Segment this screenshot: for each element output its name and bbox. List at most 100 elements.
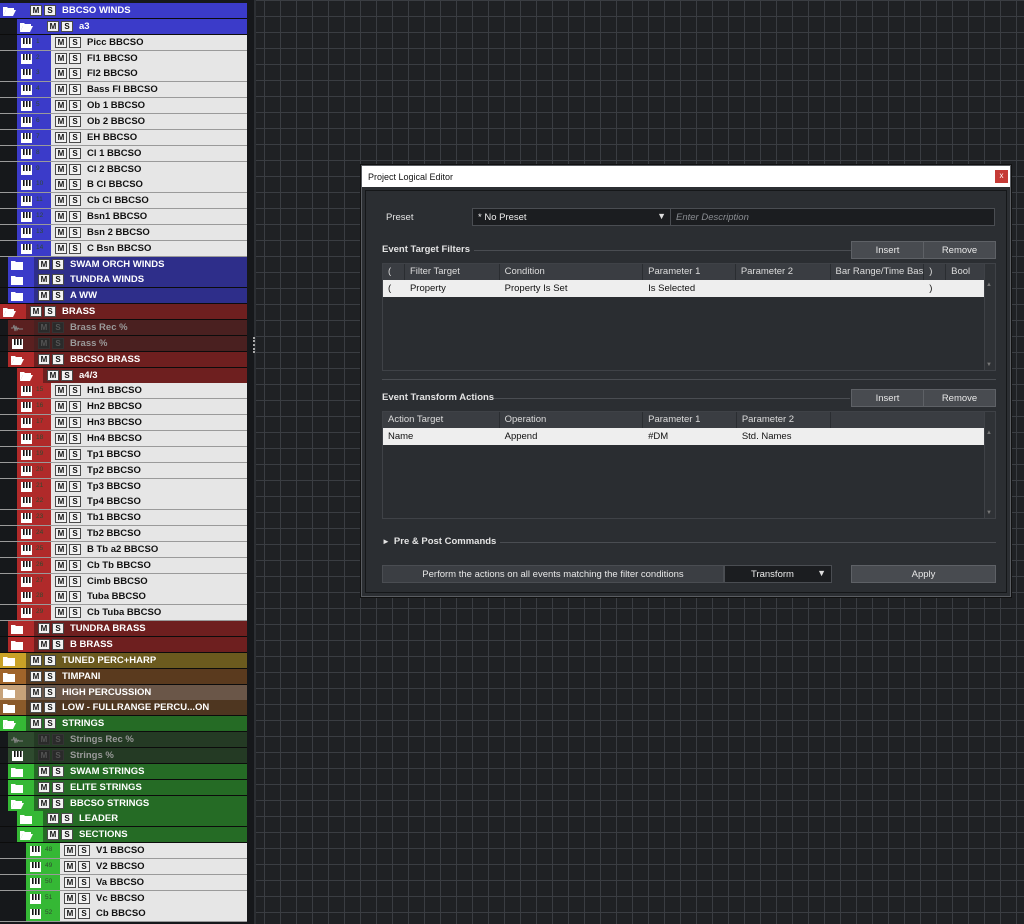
mute-button[interactable]: M (55, 544, 67, 555)
solo-button[interactable]: S (52, 734, 64, 745)
track-header[interactable] (34, 748, 247, 763)
track-row[interactable]: M S Brass % (0, 336, 247, 352)
folder-open-icon[interactable] (1, 3, 17, 18)
solo-button[interactable]: S (69, 417, 81, 428)
solo-button[interactable]: S (61, 21, 73, 32)
solo-button[interactable]: S (69, 148, 81, 159)
mute-button[interactable]: M (47, 829, 59, 840)
mute-button[interactable]: M (55, 417, 67, 428)
resize-handle[interactable] (253, 337, 256, 353)
solo-button[interactable]: S (69, 37, 81, 48)
solo-button[interactable]: S (52, 274, 64, 285)
mute-button[interactable]: M (38, 338, 50, 349)
instrument-track-icon[interactable] (18, 589, 34, 604)
track-row[interactable]: M S TIMPANI (0, 669, 247, 685)
track-row[interactable]: M S SECTIONS (0, 827, 247, 843)
instrument-track-icon[interactable] (18, 114, 34, 129)
track-row[interactable]: 4 M S Bass Fl BBCSO (0, 82, 247, 98)
track-row[interactable]: 18 M S Hn4 BBCSO (0, 431, 247, 447)
solo-button[interactable]: S (69, 164, 81, 175)
track-row[interactable]: M S Strings Rec % (0, 732, 247, 748)
instrument-track-icon[interactable] (18, 399, 34, 414)
instrument-track-icon[interactable] (18, 66, 34, 81)
column-header[interactable]: Filter Target (405, 264, 500, 280)
scroll-up-icon[interactable]: ▲ (986, 430, 992, 436)
mute-button[interactable]: M (55, 607, 67, 618)
instrument-track-icon[interactable] (18, 193, 34, 208)
solo-button[interactable]: S (69, 243, 81, 254)
column-header[interactable]: Parameter 2 (737, 412, 831, 428)
track-row[interactable]: 19 M S Tp1 BBCSO (0, 447, 247, 463)
mute-button[interactable]: M (55, 591, 67, 602)
mute-button[interactable]: M (55, 243, 67, 254)
folder-open-icon[interactable] (1, 716, 17, 731)
folder-icon[interactable] (1, 685, 17, 700)
track-row[interactable]: 5 M S Ob 1 BBCSO (0, 98, 247, 114)
track-header[interactable] (26, 304, 247, 319)
solo-button[interactable]: S (61, 829, 73, 840)
solo-button[interactable]: S (69, 53, 81, 64)
instrument-track-icon[interactable] (18, 162, 34, 177)
mute-button[interactable]: M (38, 639, 50, 650)
track-row[interactable]: 22 M S Tp4 BBCSO (0, 494, 247, 510)
folder-open-icon[interactable] (18, 368, 34, 383)
track-row[interactable]: 11 M S Cb Cl BBCSO (0, 193, 247, 209)
instrument-track-icon[interactable] (18, 383, 34, 398)
audio-track-icon[interactable] (9, 320, 25, 335)
scroll-down-icon[interactable]: ▼ (986, 510, 992, 516)
solo-button[interactable]: S (52, 639, 64, 650)
column-header[interactable]: Condition (500, 264, 644, 280)
mute-button[interactable]: M (55, 433, 67, 444)
folder-icon[interactable] (9, 272, 25, 287)
mute-button[interactable]: M (55, 560, 67, 571)
mute-button[interactable]: M (64, 877, 76, 888)
filter-remove-button[interactable]: Remove (923, 241, 996, 259)
column-header[interactable]: Parameter 1 (643, 412, 737, 428)
instrument-track-icon[interactable] (27, 843, 43, 858)
preset-dropdown[interactable]: * No Preset ▼ (472, 208, 672, 226)
mute-button[interactable]: M (30, 718, 42, 729)
solo-button[interactable]: S (69, 465, 81, 476)
instrument-track-icon[interactable] (18, 605, 34, 620)
column-header[interactable]: ) (924, 264, 947, 280)
track-header[interactable] (34, 352, 247, 367)
instrument-track-icon[interactable] (18, 35, 34, 50)
folder-open-icon[interactable] (1, 304, 17, 319)
instrument-track-icon[interactable] (18, 241, 34, 256)
function-dropdown[interactable]: Transform ▼ (724, 565, 832, 583)
mute-button[interactable]: M (30, 702, 42, 713)
track-row[interactable]: M S TUNDRA BRASS (0, 621, 247, 637)
solo-button[interactable]: S (69, 211, 81, 222)
track-row[interactable]: 20 M S Tp2 BBCSO (0, 463, 247, 479)
track-row[interactable]: 21 M S Tp3 BBCSO (0, 479, 247, 495)
mute-button[interactable]: M (55, 528, 67, 539)
description-field[interactable]: Enter Description (670, 208, 995, 226)
instrument-track-icon[interactable] (18, 526, 34, 541)
track-row[interactable]: 2 M S Fl1 BBCSO (0, 51, 247, 67)
solo-button[interactable]: S (44, 702, 56, 713)
audio-track-icon[interactable] (9, 732, 25, 747)
mute-button[interactable]: M (55, 53, 67, 64)
track-row[interactable]: 50 M S Va BBCSO (0, 875, 247, 891)
mute-button[interactable]: M (55, 227, 67, 238)
mute-button[interactable]: M (38, 798, 50, 809)
solo-button[interactable]: S (78, 908, 90, 919)
instrument-track-icon[interactable] (18, 510, 34, 525)
mute-button[interactable]: M (55, 195, 67, 206)
track-header[interactable] (43, 827, 247, 842)
solo-button[interactable]: S (69, 385, 81, 396)
track-row[interactable]: MS B BRASS (0, 637, 247, 653)
track-row[interactable]: M S STRINGS (0, 716, 247, 732)
instrument-track-icon[interactable] (18, 558, 34, 573)
track-row[interactable]: 51 M S Vc BBCSO (0, 891, 247, 907)
track-row[interactable]: M S TUNED PERC+HARP (0, 653, 247, 669)
mute-button[interactable]: M (38, 766, 50, 777)
solo-button[interactable]: S (52, 750, 64, 761)
solo-button[interactable]: S (69, 116, 81, 127)
solo-button[interactable]: S (52, 623, 64, 634)
track-row[interactable]: 48 M S V1 BBCSO (0, 843, 247, 859)
scroll-down-icon[interactable]: ▼ (986, 362, 992, 368)
solo-button[interactable]: S (78, 877, 90, 888)
action-remove-button[interactable]: Remove (923, 389, 996, 407)
folder-icon[interactable] (9, 780, 25, 795)
